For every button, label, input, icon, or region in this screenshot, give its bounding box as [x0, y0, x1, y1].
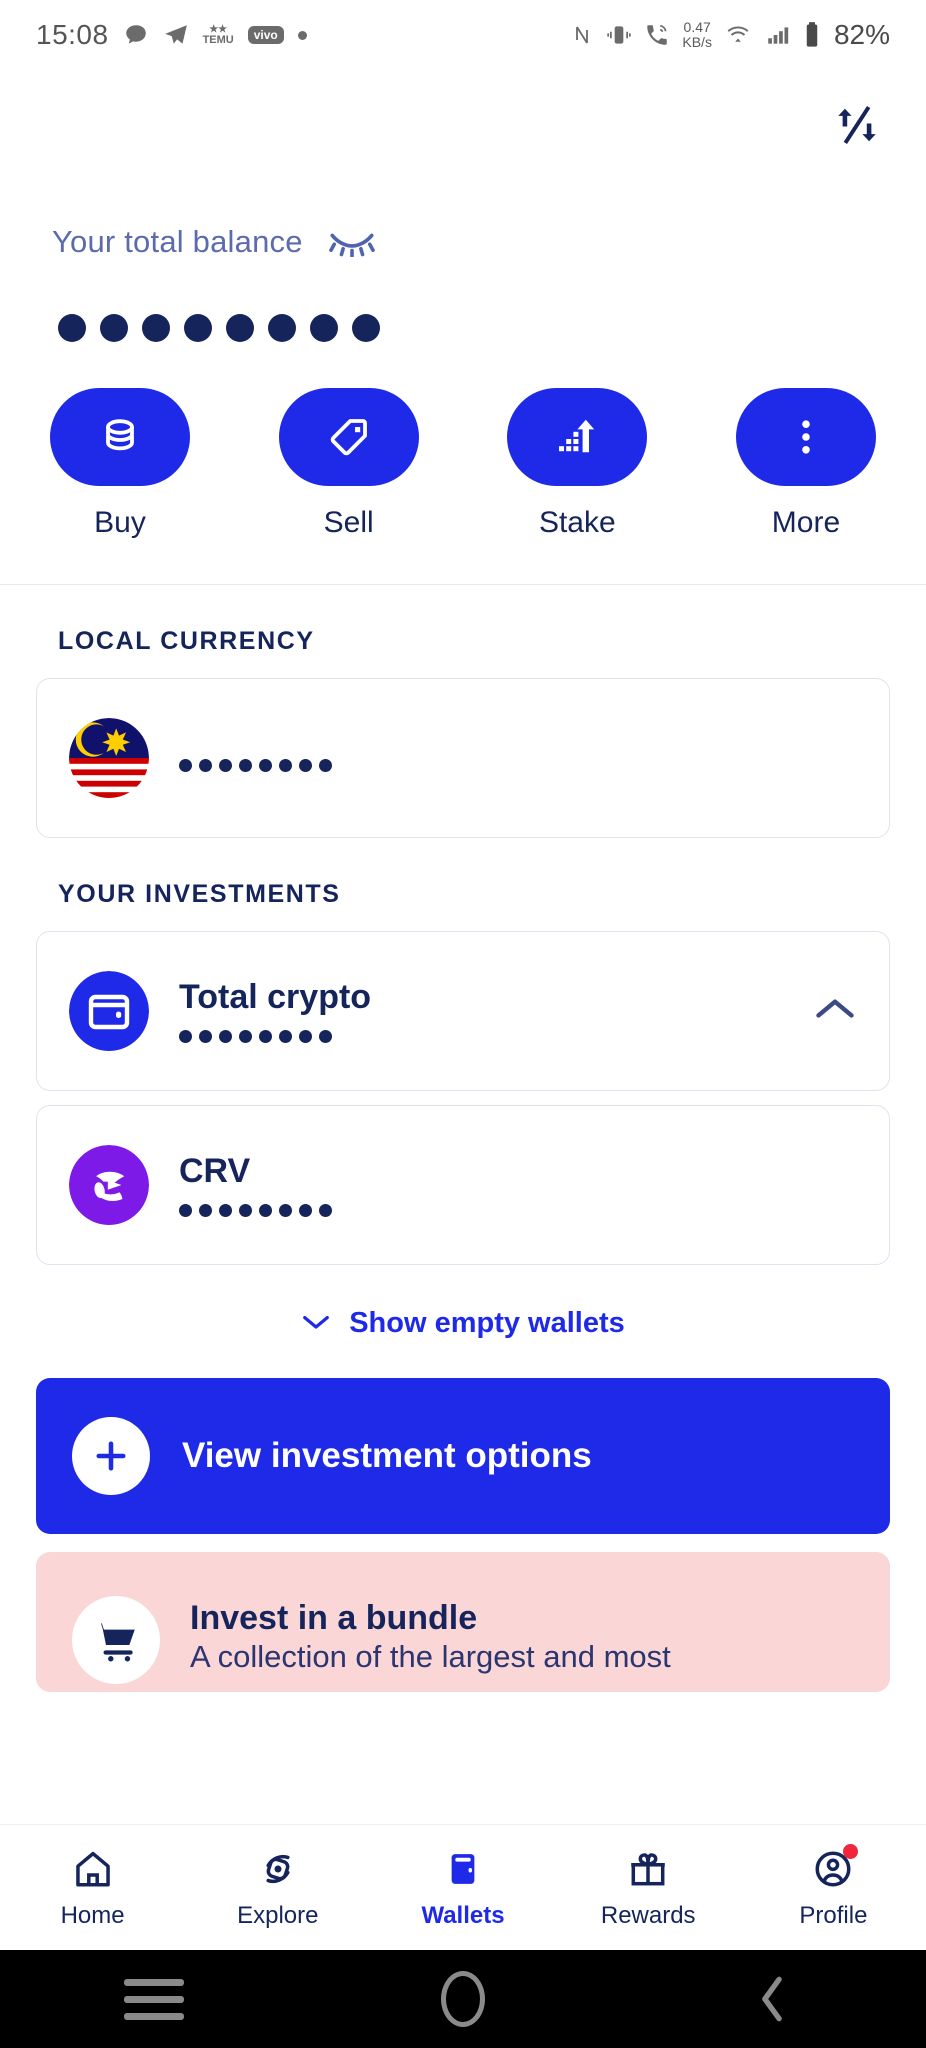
vivo-icon: vivo	[247, 26, 284, 44]
investments-title: YOUR INVESTMENTS	[58, 880, 341, 908]
invest-bundle-subtitle: A collection of the largest and most	[190, 1638, 671, 1674]
crv-hidden-amount	[179, 1204, 857, 1218]
crv-body: CRV	[179, 1151, 857, 1218]
balance-label-row: Your total balance	[52, 224, 874, 260]
action-more[interactable]: More	[735, 388, 876, 540]
crv-name: CRV	[179, 1151, 251, 1190]
signal-icon	[768, 27, 789, 44]
more-button[interactable]	[735, 388, 876, 486]
stake-button[interactable]	[507, 388, 648, 486]
balance-hidden-dots	[52, 314, 874, 342]
sell-button[interactable]	[278, 388, 419, 486]
investment-row-total-crypto[interactable]: Total crypto	[36, 931, 890, 1091]
nav-label-home: Home	[60, 1901, 125, 1929]
profile-notification-badge	[843, 1843, 859, 1859]
battery-percentage: 82%	[833, 19, 890, 50]
balance-label: Your total balance	[52, 224, 303, 259]
view-investment-options-button[interactable]: View investment options	[36, 1378, 890, 1534]
android-system-nav	[0, 1950, 926, 2048]
local-currency-title: LOCAL CURRENCY	[58, 627, 315, 655]
recents-icon[interactable]	[94, 1969, 214, 2029]
app-top-bar	[0, 70, 926, 180]
wallet-filled-icon	[440, 1846, 486, 1892]
nfc-icon	[576, 26, 589, 44]
growth-arrow-icon	[559, 419, 595, 453]
nav-item-rewards[interactable]: Rewards	[556, 1846, 741, 1930]
vibrate-icon	[607, 26, 632, 44]
local-currency-section: LOCAL CURRENCY	[0, 627, 926, 838]
section-divider	[0, 584, 926, 585]
price-tag-icon	[330, 419, 367, 456]
action-buy[interactable]: Buy	[50, 388, 190, 540]
total-crypto-name: Total crypto	[179, 977, 372, 1016]
nav-label-wallets: Wallets	[421, 1901, 505, 1929]
view-investment-options-label: View investment options	[182, 1436, 592, 1475]
status-bar-right: 0.47 KB/s 82%	[570, 19, 890, 51]
network-speed-unit: KB/s	[682, 34, 712, 50]
total-balance-block: Your total balance	[0, 180, 926, 342]
eye-closed-icon[interactable]	[328, 227, 375, 257]
total-crypto-body: Total crypto	[179, 977, 813, 1044]
local-currency-body	[179, 745, 857, 772]
stake-label: Stake	[538, 506, 616, 539]
temu-label: TEMU	[202, 34, 234, 46]
plus-icon	[72, 1417, 150, 1495]
invest-bundle-title: Invest in a bundle	[190, 1598, 478, 1637]
status-bar-left: 15:08 ★★ TEMU vivo	[36, 19, 570, 51]
nav-item-profile[interactable]: Profile	[741, 1843, 926, 1930]
local-currency-hidden-amount	[179, 758, 857, 772]
nav-item-wallets[interactable]: Wallets	[370, 1846, 555, 1930]
network-speed-value: 0.47	[683, 19, 711, 35]
quick-actions-row: Buy Sell Stake More	[0, 342, 926, 540]
home-circle-icon[interactable]	[403, 1969, 523, 2029]
investments-section: YOUR INVESTMENTS Total crypto CRV Show e…	[0, 880, 926, 1340]
call-icon	[647, 24, 668, 45]
temu-icon: ★★ TEMU	[202, 24, 234, 46]
telegram-icon	[164, 25, 187, 44]
malaysia-flag-icon	[69, 718, 149, 798]
chevron-down-icon	[301, 1307, 331, 1340]
more-label: More	[771, 506, 841, 539]
invest-bundle-body: Invest in a bundle A collection of the l…	[190, 1599, 671, 1675]
status-time: 15:08	[36, 19, 109, 50]
chevron-up-icon[interactable]	[813, 994, 857, 1029]
app-screen: 15:08 ★★ TEMU vivo 0.47 KB/s 82% Your to…	[0, 0, 926, 2048]
explore-icon	[255, 1846, 301, 1892]
investment-row-crv[interactable]: CRV	[36, 1105, 890, 1265]
shopping-cart-icon	[72, 1596, 160, 1684]
network-speed: 0.47 KB/s	[682, 20, 712, 50]
nav-label-rewards: Rewards	[600, 1901, 696, 1929]
sell-label: Sell	[323, 506, 374, 539]
crv-icon	[69, 1145, 149, 1225]
more-vertical-icon	[802, 420, 810, 454]
total-crypto-hidden-amount	[179, 1030, 813, 1044]
show-empty-wallets-button[interactable]: Show empty wallets	[36, 1307, 890, 1340]
swap-vertical-icon[interactable]	[830, 98, 884, 152]
show-empty-wallets-label: Show empty wallets	[349, 1307, 625, 1339]
wifi-icon	[727, 26, 749, 42]
nav-label-explore: Explore	[237, 1901, 319, 1929]
nav-label-profile: Profile	[799, 1901, 868, 1929]
battery-icon	[806, 22, 818, 47]
status-bar: 15:08 ★★ TEMU vivo 0.47 KB/s 82%	[0, 0, 926, 70]
bottom-navigation: Home Explore Wallets Rewards Profile	[0, 1824, 926, 1950]
nav-item-explore[interactable]: Explore	[185, 1846, 370, 1930]
coins-stack-icon	[106, 419, 134, 451]
buy-label: Buy	[94, 506, 146, 539]
dot-icon	[297, 30, 307, 40]
chat-icon	[125, 25, 146, 44]
wallet-icon	[69, 971, 149, 1051]
action-stake[interactable]: Stake	[507, 388, 648, 540]
profile-icon	[810, 1843, 859, 1892]
action-sell[interactable]: Sell	[278, 388, 419, 540]
invest-bundle-card[interactable]: Invest in a bundle A collection of the l…	[36, 1552, 890, 1692]
nav-item-home[interactable]: Home	[0, 1846, 185, 1930]
local-currency-row[interactable]	[36, 678, 890, 838]
home-icon	[70, 1846, 116, 1892]
gift-icon	[625, 1846, 671, 1892]
buy-button[interactable]	[50, 388, 190, 486]
back-icon[interactable]	[712, 1969, 832, 2029]
